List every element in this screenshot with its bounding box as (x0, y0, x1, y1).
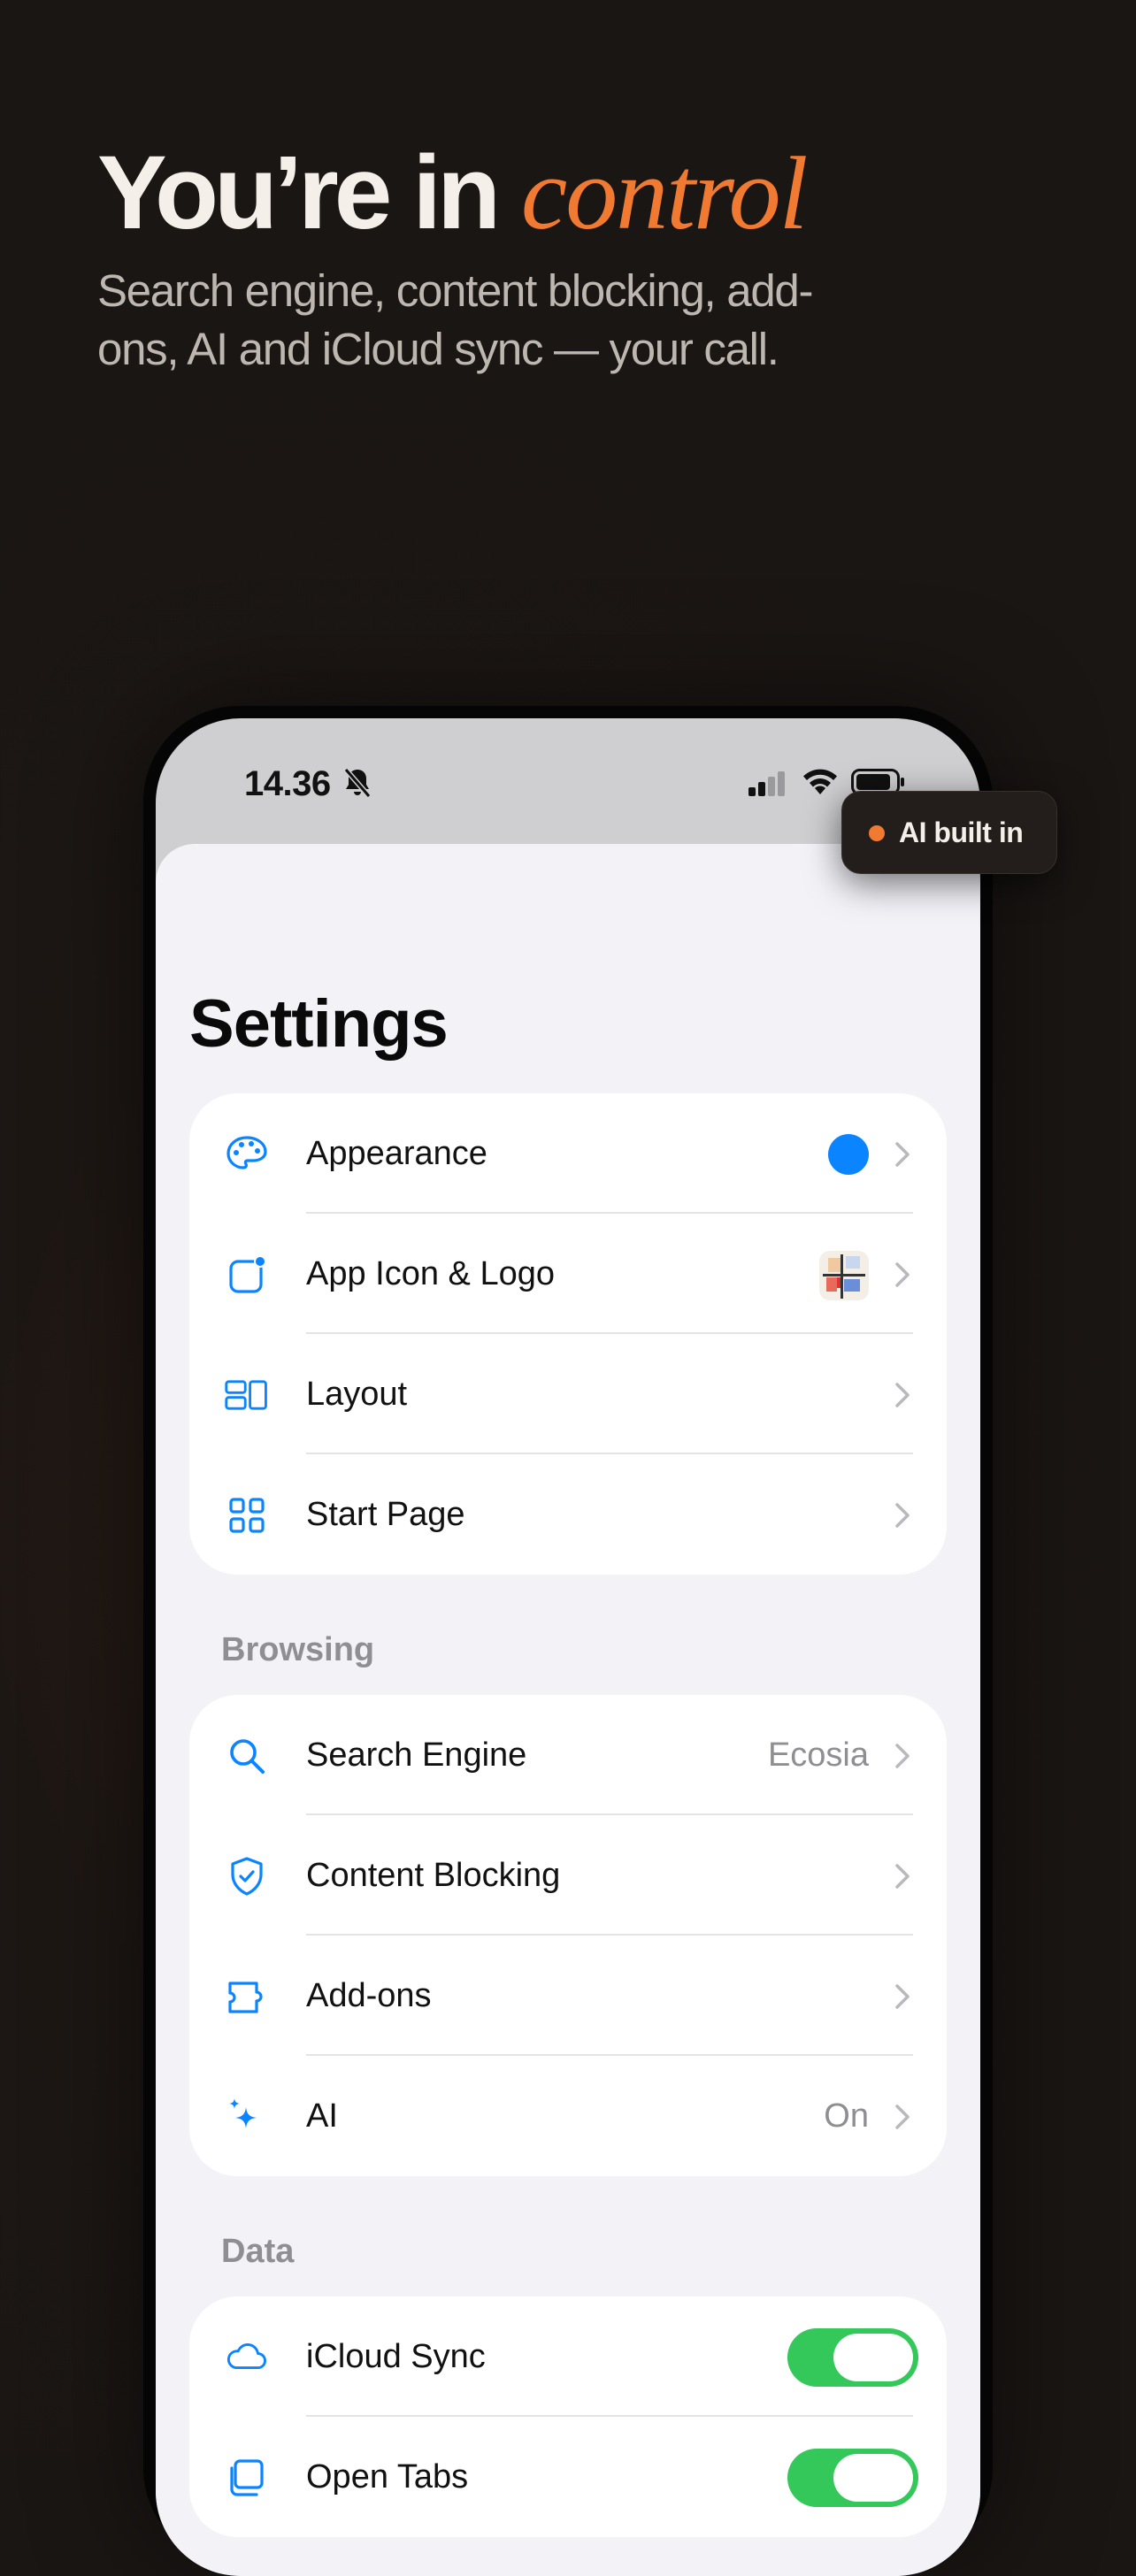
bell-slash-icon (343, 768, 372, 798)
row-ai[interactable]: AI On (189, 2056, 947, 2176)
content-blocking-label: Content Blocking (306, 1857, 561, 1894)
sparkles-icon (229, 2098, 257, 2128)
row-appearance[interactable]: Appearance (189, 1093, 947, 1214)
phone-screen: 14.36 Settings Appearance App Icon & Log… (156, 718, 980, 2576)
app-badge-icon (229, 1255, 266, 1293)
badge-dot (869, 825, 885, 841)
app-icon-thumbnail (819, 1251, 869, 1300)
hero-subtitle: Search engine, content blocking, add-ons… (97, 265, 813, 374)
layout-icon (225, 1380, 267, 1410)
row-layout[interactable]: Layout (189, 1334, 947, 1454)
status-time: 14.36 (244, 764, 331, 803)
hero-headline: You’re in control (97, 133, 808, 254)
search-engine-label: Search Engine (306, 1736, 527, 1774)
row-content-blocking[interactable]: Content Blocking (189, 1815, 947, 1936)
section-header-data: Data (221, 2233, 295, 2270)
row-app-icon-logo[interactable]: App Icon & Logo (189, 1214, 947, 1334)
icloud-sync-toggle[interactable] (787, 2328, 918, 2387)
data-group: iCloud Sync Open Tabs (189, 2296, 947, 2537)
headline-main: You’re in (97, 134, 521, 251)
ai-value: On (824, 2097, 869, 2135)
settings-sheet: Settings Appearance App Icon & Logo Layo… (156, 844, 980, 2576)
search-engine-value: Ecosia (767, 1736, 869, 1774)
shield-check-icon (231, 1857, 263, 1896)
appearance-color-swatch (828, 1134, 869, 1175)
ai-built-in-badge: AI built in (841, 791, 1057, 874)
chevron-right-icon (895, 2104, 910, 2129)
chevron-right-icon (895, 1503, 910, 1528)
row-add-ons[interactable]: Add-ons (189, 1936, 947, 2056)
headline-accent: control (520, 135, 808, 251)
settings-title: Settings (189, 986, 449, 1062)
ai-label: AI (306, 2097, 338, 2135)
general-group: Appearance App Icon & Logo Layout Start … (189, 1093, 947, 1575)
row-start-page[interactable]: Start Page (189, 1454, 947, 1575)
layout-label: Layout (306, 1376, 408, 1413)
row-icloud-sync: iCloud Sync (189, 2296, 947, 2417)
cloud-icon (227, 2343, 266, 2370)
chevron-right-icon (895, 1744, 910, 1768)
puzzle-icon (228, 1982, 263, 2013)
appearance-label: Appearance (306, 1135, 487, 1172)
start-page-label: Start Page (306, 1496, 465, 1533)
browsing-group: Search Engine Ecosia Content Blocking Ad… (189, 1695, 947, 2176)
chevron-right-icon (895, 1984, 910, 2009)
cellular-signal-icon (748, 771, 785, 796)
chevron-right-icon (895, 1864, 910, 1889)
row-search-engine[interactable]: Search Engine Ecosia (189, 1695, 947, 1815)
palette-icon (226, 1136, 267, 1169)
chevron-right-icon (895, 1142, 910, 1167)
toggle-knob (833, 2334, 913, 2381)
grid-icon (229, 1498, 265, 1533)
section-header-browsing: Browsing (221, 1631, 375, 1668)
chevron-right-icon (895, 1262, 910, 1287)
row-open-tabs: Open Tabs (189, 2417, 947, 2537)
icloud-sync-label: iCloud Sync (306, 2338, 486, 2375)
app-icon-logo-label: App Icon & Logo (306, 1255, 555, 1292)
wifi-icon (803, 769, 837, 794)
add-ons-label: Add-ons (306, 1977, 432, 2014)
badge-label: AI built in (899, 816, 1024, 848)
open-tabs-label: Open Tabs (306, 2458, 469, 2496)
toggle-knob (833, 2454, 913, 2502)
search-icon (230, 1739, 265, 1774)
chevron-right-icon (895, 1383, 910, 1407)
tabs-icon (230, 2459, 264, 2496)
